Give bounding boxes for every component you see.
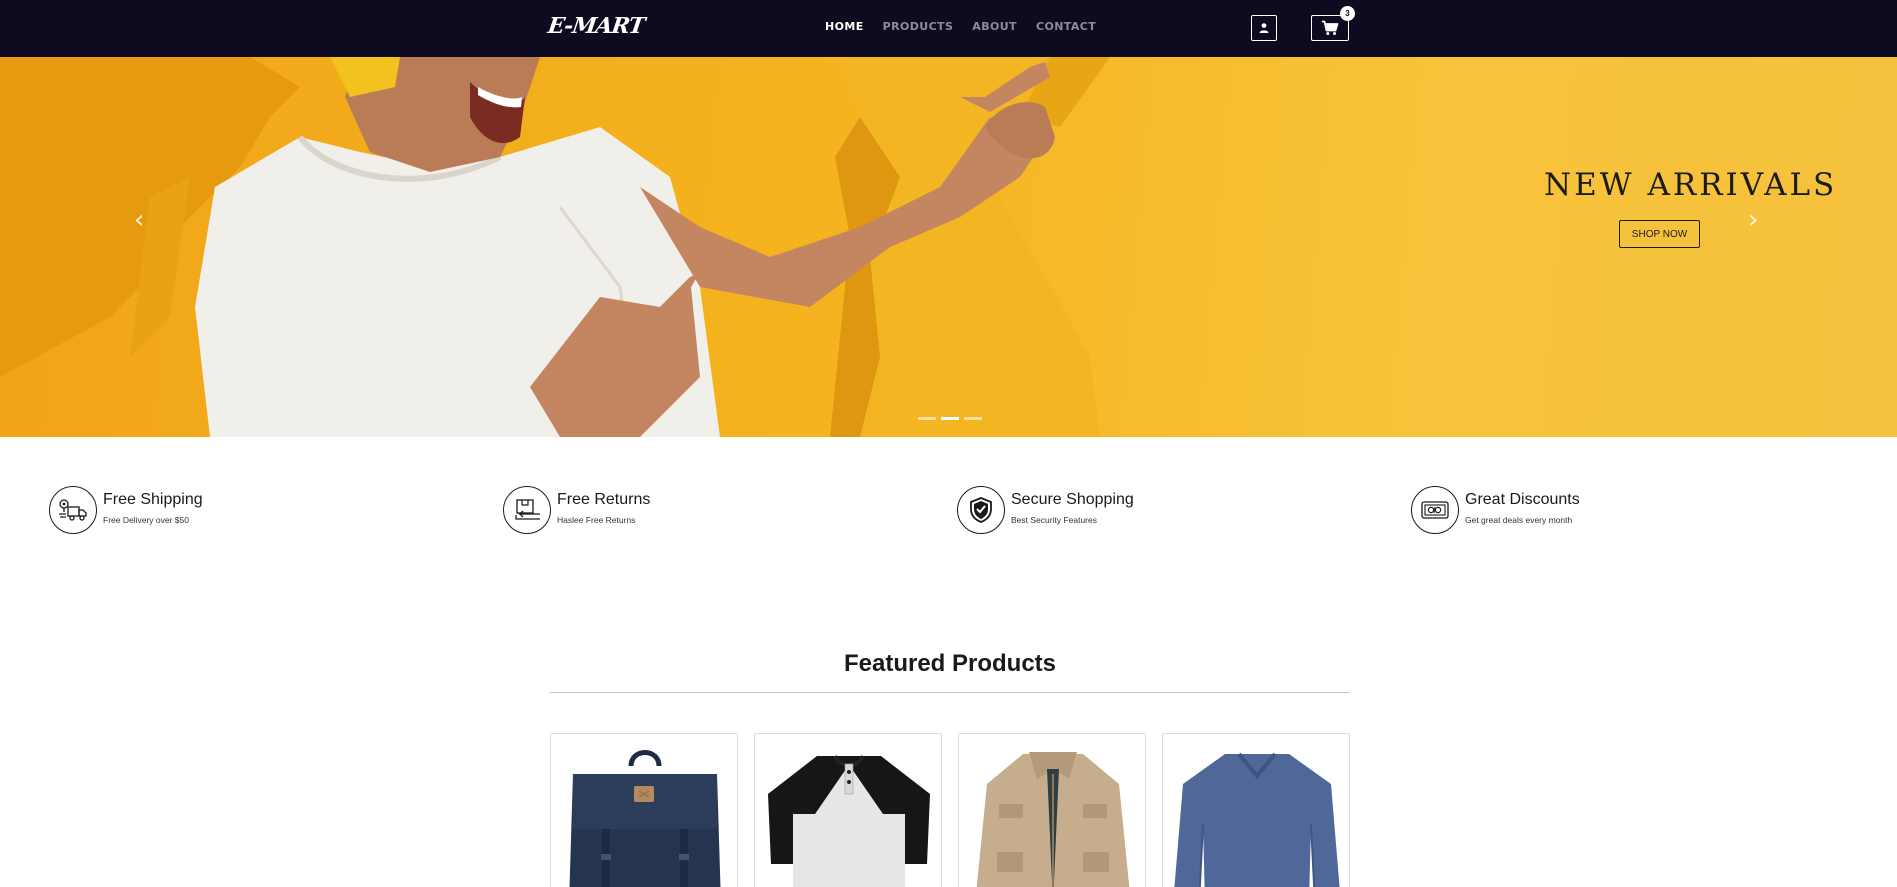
- carousel-indicator-1[interactable]: [918, 417, 936, 420]
- feature-title: Free Returns: [557, 491, 651, 508]
- feature-title: Secure Shopping: [1011, 491, 1134, 508]
- product-card-henley-shirt[interactable]: [754, 733, 942, 887]
- blue-shirt-image: [1174, 752, 1340, 887]
- featured-products-heading: Featured Products: [843, 650, 1057, 677]
- feature-subtitle: Get great deals every month: [1465, 515, 1573, 525]
- feature-title: Free Shipping: [103, 491, 203, 508]
- product-card-backpack[interactable]: [550, 733, 738, 887]
- return-box-icon: [503, 486, 551, 534]
- coupon-icon: [1411, 486, 1459, 534]
- feature-secure-shopping: Secure Shopping Best Security Features: [957, 486, 1134, 534]
- navy-backpack-image: [569, 750, 721, 887]
- features-strip: Free Shipping Free Delivery over $50 Fre…: [0, 486, 1897, 546]
- feature-subtitle: Haslee Free Returns: [557, 515, 636, 525]
- feature-subtitle: Best Security Features: [1011, 515, 1097, 525]
- feature-free-shipping: Free Shipping Free Delivery over $50: [49, 486, 203, 534]
- hero-title: NEW ARRIVALS: [1544, 167, 1838, 203]
- feature-great-discounts: Great Discounts Get great deals every mo…: [1411, 486, 1580, 534]
- hero-carousel: NEW ARRIVALS SHOP NOW ‹ ›: [0, 57, 1897, 437]
- main-nav: HOME PRODUCTS ABOUT CONTACT: [825, 20, 1096, 33]
- account-button[interactable]: [1251, 15, 1277, 41]
- feature-title: Great Discounts: [1465, 491, 1580, 508]
- cart-count-badge: 3: [1340, 6, 1355, 21]
- nav-home-link[interactable]: HOME: [825, 20, 864, 33]
- chevron-left-icon[interactable]: ‹: [134, 205, 144, 235]
- user-icon: [1259, 23, 1269, 33]
- section-divider: [550, 692, 1350, 693]
- chevron-right-icon[interactable]: ›: [1748, 205, 1758, 235]
- shop-now-button[interactable]: SHOP NOW: [1619, 220, 1700, 248]
- carousel-indicators: [918, 417, 982, 420]
- product-card-beige-jacket[interactable]: [958, 733, 1146, 887]
- brand-logo[interactable]: E-MART: [546, 13, 646, 39]
- top-navbar: E-MART HOME PRODUCTS ABOUT CONTACT 3: [0, 0, 1897, 57]
- nav-about-link[interactable]: ABOUT: [972, 20, 1017, 33]
- product-card-blue-shirt[interactable]: [1162, 733, 1350, 887]
- feature-subtitle: Free Delivery over $50: [103, 515, 189, 525]
- cart-button[interactable]: 3: [1311, 6, 1355, 41]
- feature-free-returns: Free Returns Haslee Free Returns: [503, 486, 650, 534]
- carousel-indicator-3[interactable]: [964, 417, 982, 420]
- carousel-indicator-2[interactable]: [941, 417, 959, 420]
- hero-image: [0, 57, 1110, 437]
- cart-icon: [1322, 20, 1339, 35]
- nav-products-link[interactable]: PRODUCTS: [883, 20, 954, 33]
- delivery-truck-icon: [49, 486, 97, 534]
- shield-check-icon: [957, 486, 1005, 534]
- nav-contact-link[interactable]: CONTACT: [1036, 20, 1096, 33]
- henley-shirt-image: [768, 754, 930, 887]
- beige-jacket-image: [976, 752, 1130, 887]
